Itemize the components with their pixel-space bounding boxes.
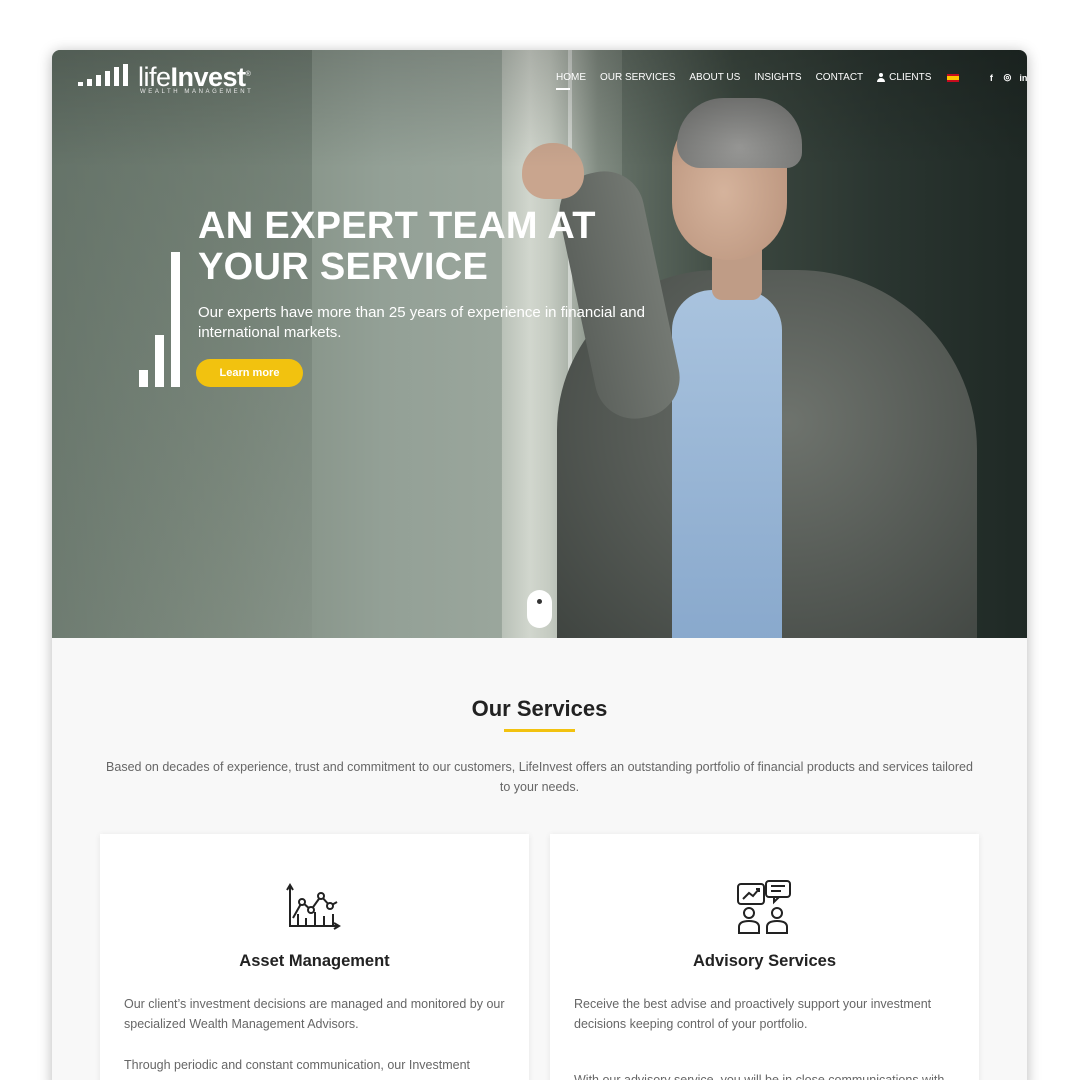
logo-wordmark: lifeInvest® [138, 62, 251, 92]
nav-home[interactable]: HOME [556, 72, 586, 90]
services-intro: Based on decades of experience, trust an… [106, 760, 973, 794]
user-icon [877, 73, 886, 82]
spanish-flag-icon[interactable] [947, 73, 960, 82]
scroll-down-icon[interactable] [527, 590, 552, 628]
logo-bars-icon [78, 64, 132, 86]
instagram-icon[interactable]: ◎ [999, 72, 1015, 83]
browser-page: lifeInvest® WEALTH MANAGEMENT HOME OUR S… [52, 50, 1027, 1080]
nav-clients-label: CLIENTS [889, 72, 932, 83]
hero-bars-graphic [139, 252, 181, 387]
service-card-advisory-services[interactable]: Advisory Services Receive the best advis… [550, 834, 979, 1080]
learn-more-button[interactable]: Learn more [196, 359, 303, 387]
card-paragraph: With our advisory service, you will be i… [574, 1073, 945, 1080]
nav-clients[interactable]: CLIENTS [877, 72, 931, 83]
nav-insights[interactable]: INSIGHTS [754, 72, 801, 83]
nav-about-us[interactable]: ABOUT US [689, 72, 740, 83]
hero-section: lifeInvest® WEALTH MANAGEMENT HOME OUR S… [52, 50, 1027, 638]
top-navigation: lifeInvest® WEALTH MANAGEMENT HOME OUR S… [52, 50, 1027, 110]
nav-our-services[interactable]: OUR SERVICES [600, 72, 675, 83]
linkedin-icon[interactable]: in [1015, 73, 1027, 83]
title-underline [504, 729, 575, 732]
card-paragraph: Through periodic and constant communicat… [124, 1058, 471, 1072]
service-card-asset-management[interactable]: Asset Management Our client’s investment… [100, 834, 529, 1080]
line-chart-icon [286, 883, 341, 930]
hero-subtitle: Our experts have more than 25 years of e… [198, 304, 645, 341]
services-title: Our Services [471, 696, 608, 721]
advisory-meeting-icon [737, 880, 791, 934]
logo-tagline: WEALTH MANAGEMENT [140, 89, 254, 95]
main-menu: HOME OUR SERVICES ABOUT US INSIGHTS CONT… [556, 72, 1027, 90]
hero-title: AN EXPERT TEAM AT YOUR SERVICE [198, 205, 596, 288]
card-paragraph: Our client’s investment decisions are ma… [124, 997, 505, 1031]
facebook-icon[interactable]: f [983, 73, 999, 83]
card-paragraph: Receive the best advise and proactively … [574, 997, 932, 1031]
nav-contact[interactable]: CONTACT [816, 72, 864, 83]
card-title: Advisory Services [692, 952, 837, 970]
social-links: f ◎ in [983, 72, 1027, 83]
card-title: Asset Management [239, 952, 390, 970]
